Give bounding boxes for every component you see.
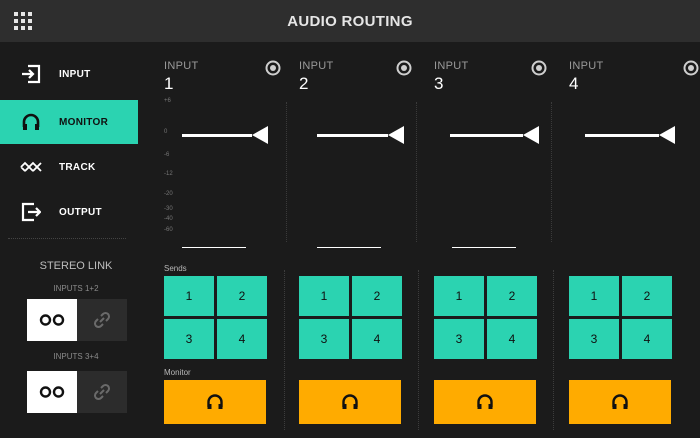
link-icon[interactable]	[77, 299, 127, 341]
monitor-label: Monitor	[164, 368, 191, 377]
channel-strip-3: INPUT 3 1 2 3 4	[434, 52, 564, 432]
pan-knob-icon[interactable]	[683, 60, 699, 76]
sidebar-item-output[interactable]: OUTPUT	[0, 190, 138, 234]
headphones-icon	[612, 394, 628, 409]
send-button-1[interactable]: 1	[569, 276, 619, 316]
scale-tick: -30	[164, 206, 173, 212]
channel-number: 1	[164, 74, 174, 93]
output-arrow-icon	[20, 201, 42, 223]
stereo-link-group-label: INPUTS 3+4	[53, 352, 99, 361]
fader-track	[416, 102, 417, 242]
send-button-3[interactable]: 3	[434, 319, 484, 359]
sidebar-item-monitor[interactable]: MONITOR	[0, 100, 138, 144]
fader-thumb[interactable]	[659, 126, 675, 144]
send-button-2[interactable]: 2	[217, 276, 267, 316]
link-icon[interactable]	[77, 371, 127, 413]
pan-knob-icon[interactable]	[531, 60, 547, 76]
sidebar-item-label: INPUT	[59, 68, 91, 80]
level-meter	[317, 247, 381, 248]
header-bar: AUDIO ROUTING	[0, 0, 700, 42]
pan-knob-icon[interactable]	[265, 60, 281, 76]
headphones-icon	[207, 394, 223, 409]
sidebar-item-track[interactable]: TRACK	[0, 145, 138, 189]
scale-tick: 0	[164, 129, 168, 135]
stereo-link-title: STEREO LINK	[39, 260, 113, 272]
send-button-2[interactable]: 2	[487, 276, 537, 316]
send-button-1[interactable]: 1	[299, 276, 349, 316]
grid-menu-icon[interactable]	[14, 12, 32, 30]
channel-label: INPUT	[569, 60, 604, 72]
send-button-4[interactable]: 4	[622, 319, 672, 359]
fader-line	[585, 134, 659, 137]
send-button-3[interactable]: 3	[164, 319, 214, 359]
send-button-4[interactable]: 4	[352, 319, 402, 359]
scale-tick: -60	[164, 227, 173, 233]
scale-tick: -20	[164, 191, 173, 197]
headphones-icon	[342, 394, 358, 409]
monitor-button[interactable]	[569, 380, 671, 424]
fader-track	[286, 102, 287, 242]
page-title: AUDIO ROUTING	[287, 12, 413, 30]
sidebar-item-input[interactable]: INPUT	[0, 52, 138, 96]
level-scale: +6 0 -6 -12 -20 -30 -40 -60	[164, 98, 184, 248]
send-button-3[interactable]: 3	[299, 319, 349, 359]
fader-thumb[interactable]	[252, 126, 268, 144]
waveform-icon	[20, 156, 42, 178]
input-arrow-icon	[20, 63, 42, 85]
scale-tick: -12	[164, 171, 173, 177]
scale-tick: -6	[164, 152, 170, 158]
fader-track	[551, 102, 552, 242]
sidebar-item-label: MONITOR	[59, 116, 109, 128]
channel-strip-1: INPUT 1 +6 0 -6 -12 -20 -30 -40 -60 Send…	[164, 52, 294, 432]
two-circles-icon[interactable]	[27, 299, 77, 341]
send-button-1[interactable]: 1	[434, 276, 484, 316]
send-button-4[interactable]: 4	[217, 319, 267, 359]
headphones-icon	[477, 394, 493, 409]
two-circles-icon[interactable]	[27, 371, 77, 413]
fader-thumb[interactable]	[388, 126, 404, 144]
send-button-2[interactable]: 2	[352, 276, 402, 316]
fader-line	[450, 134, 523, 137]
channel-number: 4	[569, 74, 579, 93]
scale-tick: -40	[164, 216, 173, 222]
pan-knob-icon[interactable]	[396, 60, 412, 76]
channel-label: INPUT	[299, 60, 334, 72]
level-meter	[182, 247, 246, 248]
monitor-button[interactable]	[164, 380, 266, 424]
channel-number: 3	[434, 74, 444, 93]
channel-number: 2	[299, 74, 309, 93]
monitor-button[interactable]	[299, 380, 401, 424]
channel-label: INPUT	[434, 60, 469, 72]
sidebar-item-label: TRACK	[59, 161, 96, 173]
stereo-link-toggle-12[interactable]	[27, 299, 127, 341]
stereo-link-toggle-34[interactable]	[27, 371, 127, 413]
send-button-3[interactable]: 3	[569, 319, 619, 359]
send-button-2[interactable]: 2	[622, 276, 672, 316]
sidebar-divider	[8, 238, 126, 239]
level-meter	[452, 247, 516, 248]
channel-label: INPUT	[164, 60, 199, 72]
fader-thumb[interactable]	[523, 126, 539, 144]
headphones-icon	[20, 111, 42, 133]
sends-label: Sends	[164, 264, 187, 273]
monitor-button[interactable]	[434, 380, 536, 424]
channel-strip-4: INPUT 4 1 2 3 4	[569, 52, 699, 432]
send-button-4[interactable]: 4	[487, 319, 537, 359]
fader-line	[182, 134, 252, 137]
send-button-1[interactable]: 1	[164, 276, 214, 316]
stereo-link-group-label: INPUTS 1+2	[53, 284, 99, 293]
sidebar-item-label: OUTPUT	[59, 206, 102, 218]
scale-tick: +6	[164, 98, 171, 104]
fader-line	[317, 134, 388, 137]
channel-strip-2: INPUT 2 1 2 3 4	[299, 52, 429, 432]
